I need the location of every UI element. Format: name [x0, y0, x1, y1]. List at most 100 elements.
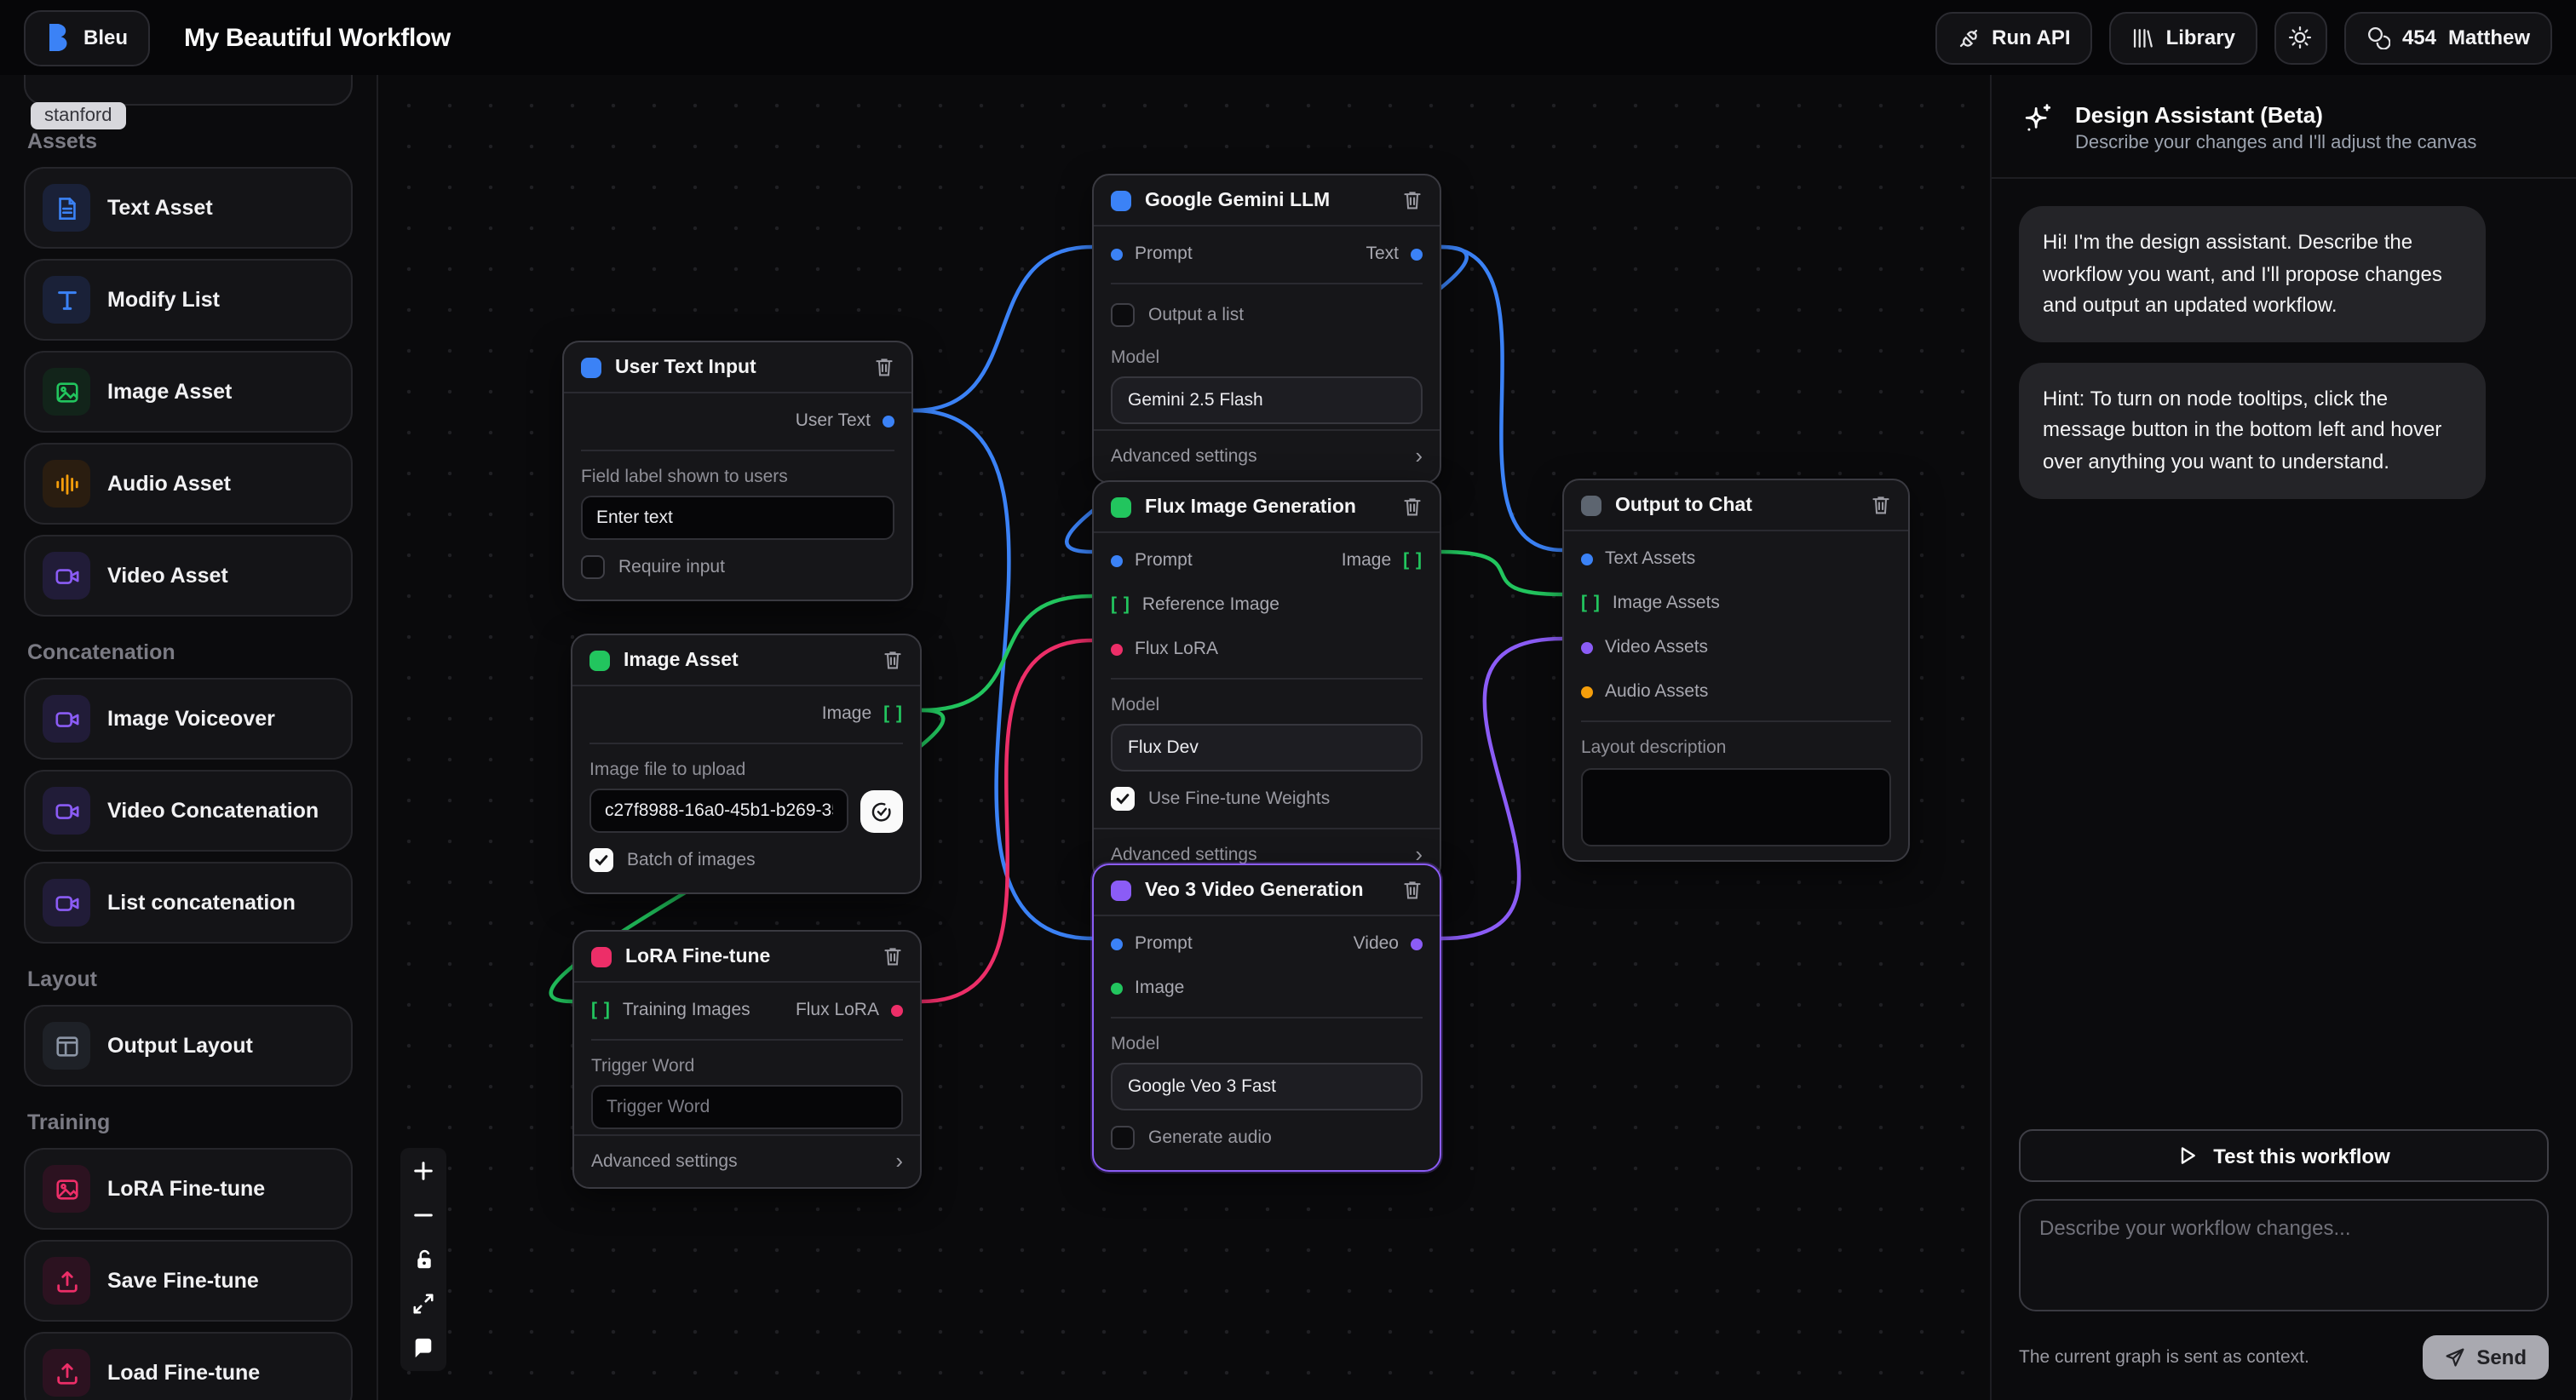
sidebar-item-video-concatenation[interactable]: Video Concatenation — [24, 770, 353, 852]
sidebar-item-label: Output Layout — [107, 1034, 253, 1059]
node-header[interactable]: Veo 3 Video Generation — [1094, 865, 1440, 916]
input-port-handle[interactable]: [ ] — [591, 1000, 611, 1020]
output-port-handle[interactable] — [1411, 248, 1423, 260]
checkbox-row[interactable]: Require input — [564, 543, 911, 591]
assistant-header: Design Assistant (Beta) Describe your ch… — [1992, 75, 2576, 179]
sidebar-item-load-fine-tune[interactable]: Load Fine-tune — [24, 1332, 353, 1400]
node-veo-3-video-generation[interactable]: Veo 3 Video Generation Prompt Video Imag… — [1092, 864, 1441, 1172]
node-output-to-chat[interactable]: Output to Chat Text Assets [ ]Image Asse… — [1562, 479, 1910, 862]
generate-audio-checkbox[interactable] — [1111, 1126, 1135, 1150]
input-port-handle[interactable] — [1581, 553, 1593, 565]
fit-view-button[interactable] — [409, 1289, 438, 1318]
theme-toggle-button[interactable] — [2274, 11, 2327, 64]
sidebar-item-lora-fine-tune[interactable]: LoRA Fine-tune — [24, 1148, 353, 1230]
model-select[interactable]: Gemini 2.5 Flash — [1111, 376, 1423, 424]
input-port-handle[interactable] — [1581, 641, 1593, 653]
layout-description-textarea[interactable] — [1581, 768, 1891, 846]
input-port-label: Flux LoRA — [1135, 639, 1218, 659]
delete-node-icon[interactable] — [1402, 189, 1423, 211]
tooltips-message-button[interactable] — [409, 1334, 438, 1363]
checkbox-row[interactable]: Batch of images — [572, 836, 920, 884]
list-port-handle[interactable]: [ ] — [883, 703, 903, 724]
checkbox-row[interactable]: Output a list — [1094, 291, 1440, 339]
bleu-logo-icon — [46, 22, 72, 53]
run-api-button[interactable]: Run API — [1935, 11, 2092, 64]
node-header[interactable]: LoRA Fine-tune — [574, 932, 920, 983]
node-header[interactable]: Flux Image Generation — [1094, 482, 1440, 533]
output-a-list-checkbox[interactable] — [1111, 303, 1135, 327]
node-flux-image-generation[interactable]: Flux Image Generation Prompt Image[ ] [ … — [1092, 480, 1441, 882]
delete-node-icon[interactable] — [1402, 879, 1423, 901]
trigger-word-input[interactable] — [591, 1085, 903, 1129]
node-google-gemini-llm[interactable]: Google Gemini LLM Prompt Text Output a l… — [1092, 174, 1441, 484]
advanced-settings-row[interactable]: Advanced settings › — [574, 1134, 920, 1179]
test-workflow-button[interactable]: Test this workflow — [2019, 1129, 2549, 1182]
input-port-handle[interactable] — [1111, 643, 1123, 655]
file-id-input[interactable] — [589, 789, 848, 833]
input-port-handle[interactable] — [1111, 248, 1123, 260]
output-port-label: Flux LoRA — [796, 1000, 879, 1020]
output-list-port-handle[interactable]: [ ] — [1403, 550, 1423, 571]
library-button[interactable]: Library — [2110, 11, 2257, 64]
input-port-handle[interactable]: [ ] — [1581, 593, 1601, 613]
node-image-asset[interactable]: Image Asset Image[ ] Image file to uploa… — [571, 634, 922, 894]
node-type-dot — [591, 946, 612, 967]
use-fine-tune-weights-checkbox[interactable] — [1111, 787, 1135, 811]
field-text-input[interactable] — [581, 496, 894, 540]
port-row: [ ] Image Assets — [1564, 581, 1908, 625]
node-user-text-input[interactable]: User Text Input User Text Field label sh… — [562, 341, 913, 601]
model-select[interactable]: Google Veo 3 Fast — [1111, 1063, 1423, 1110]
delete-node-icon[interactable] — [1871, 494, 1891, 516]
sidebar-item-label: Modify List — [107, 288, 220, 313]
delete-node-icon[interactable] — [1402, 496, 1423, 518]
send-button[interactable]: Send — [2422, 1335, 2549, 1380]
node-title: Output to Chat — [1615, 495, 1857, 515]
logo-button[interactable]: Bleu — [24, 9, 150, 66]
sidebar-item-image-voiceover[interactable]: Image Voiceover — [24, 678, 353, 760]
input-port-handle[interactable] — [1111, 554, 1123, 566]
sidebar-item-list-concatenation[interactable]: List concatenation — [24, 862, 353, 944]
output-port-handle[interactable] — [883, 415, 894, 427]
sidebar-item-video-asset[interactable]: Video Asset — [24, 535, 353, 617]
node-header[interactable]: User Text Input — [564, 342, 911, 393]
output-port-handle[interactable] — [1411, 938, 1423, 950]
node-header[interactable]: Image Asset — [572, 635, 920, 686]
require-input-checkbox[interactable] — [581, 555, 605, 579]
advanced-settings-row[interactable]: Advanced settings › — [1094, 429, 1440, 473]
input-port-handle[interactable] — [1581, 686, 1593, 697]
lock-button[interactable] — [409, 1245, 438, 1274]
run-api-label: Run API — [1992, 26, 2070, 49]
delete-node-icon[interactable] — [883, 945, 903, 967]
delete-node-icon[interactable] — [874, 356, 894, 378]
sidebar-item-audio-asset[interactable]: Audio Asset — [24, 443, 353, 525]
sidebar-item-image-asset[interactable]: Image Asset — [24, 351, 353, 433]
context-note: The current graph is sent as context. — [2019, 1347, 2309, 1368]
assistant-chat-input[interactable] — [2019, 1199, 2549, 1311]
output-port-handle[interactable] — [891, 1004, 903, 1016]
sidebar-item-output-layout[interactable]: Output Layout — [24, 1005, 353, 1087]
sidebar-item-save-fine-tune[interactable]: Save Fine-tune — [24, 1240, 353, 1322]
sidebar-item-text-asset[interactable]: Text Asset — [24, 167, 353, 249]
checkbox-row[interactable]: Use Fine-tune Weights — [1094, 775, 1440, 823]
checkbox-label: Use Fine-tune Weights — [1148, 789, 1330, 809]
model-label: Model — [1094, 686, 1440, 720]
input-port-label: Image Assets — [1613, 593, 1720, 613]
batch-of-images-checkbox[interactable] — [589, 848, 613, 872]
sidebar-item-label: Audio Asset — [107, 472, 231, 496]
delete-node-icon[interactable] — [883, 649, 903, 671]
account-button[interactable]: 454 Matthew — [2344, 11, 2552, 64]
model-select[interactable]: Flux Dev — [1111, 724, 1423, 772]
zoom-out-button[interactable] — [409, 1201, 438, 1230]
checkbox-row[interactable]: Generate audio — [1094, 1114, 1440, 1162]
zoom-in-button[interactable] — [409, 1156, 438, 1185]
sidebar-item-label: Save Fine-tune — [107, 1269, 259, 1294]
confirm-file-button[interactable] — [860, 789, 903, 832]
node-header[interactable]: Output to Chat — [1564, 480, 1908, 531]
input-port-handle[interactable] — [1111, 982, 1123, 994]
node-lora-fine-tune[interactable]: LoRA Fine-tune [ ]Training Images Flux L… — [572, 930, 922, 1189]
input-port-handle[interactable]: [ ] — [1111, 594, 1130, 615]
scrolled-item-remnant[interactable] — [24, 75, 353, 106]
sidebar-item-modify-list[interactable]: Modify List — [24, 259, 353, 341]
node-header[interactable]: Google Gemini LLM — [1094, 175, 1440, 227]
input-port-handle[interactable] — [1111, 938, 1123, 950]
